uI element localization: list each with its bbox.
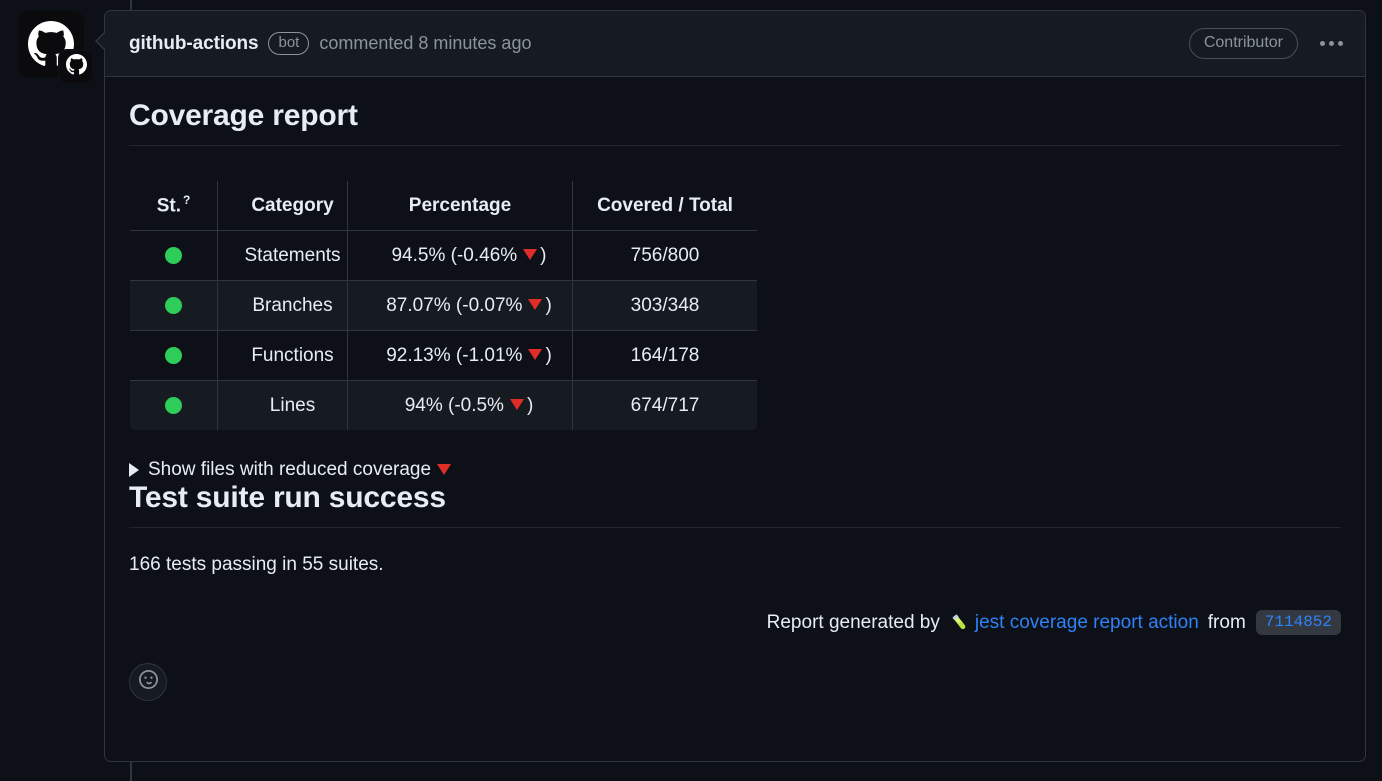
jest-coverage-report-action-link[interactable]: jest coverage report action xyxy=(975,612,1199,634)
trend-down-icon xyxy=(509,398,524,410)
disclosure-triangle-icon xyxy=(129,463,139,477)
comment-timestamp[interactable]: commented 8 minutes ago xyxy=(319,33,531,54)
col-status-label: St. xyxy=(156,195,181,217)
timeline-rail-bottom xyxy=(130,762,132,781)
comment-body: Coverage report St.? Category Percentage… xyxy=(105,77,1365,721)
percentage-value: 94.5% (-0.46% xyxy=(391,244,518,266)
reactions-bar xyxy=(129,663,1341,721)
comment-header: github-actions bot commented 8 minutes a… xyxy=(105,11,1365,77)
coverage-report-title: Coverage report xyxy=(129,99,1341,146)
test-summary-text: 166 tests passing in 55 suites. xyxy=(129,554,384,575)
cell-status xyxy=(130,380,218,430)
comment-header-actions: Contributor xyxy=(1188,28,1349,59)
cell-covered-total: 674/717 xyxy=(572,380,757,430)
percentage-value: 94% (-0.5% xyxy=(404,394,504,416)
report-generated-label: Report generated by xyxy=(766,611,940,633)
percentage-close-paren: ) xyxy=(526,394,534,416)
comment-author[interactable]: github-actions xyxy=(129,33,259,55)
table-row: Branches 87.07% (-0.07%) 303/348 xyxy=(130,280,757,331)
smiley-icon xyxy=(138,670,158,694)
cell-category: Functions xyxy=(217,330,348,381)
cell-percentage: 92.13% (-1.01%) xyxy=(347,330,573,381)
comment-bubble-arrow xyxy=(97,32,106,50)
coverage-table-body: Statements 94.5% (-0.46%) 756/800 Branch… xyxy=(130,230,757,430)
status-green-dot-icon xyxy=(165,246,182,264)
from-label: from xyxy=(1207,611,1246,633)
commit-sha-badge[interactable]: 7114852 xyxy=(1255,610,1341,635)
table-row: Statements 94.5% (-0.46%) 756/800 xyxy=(130,230,757,281)
status-green-dot-icon xyxy=(165,296,182,314)
comment-box: github-actions bot commented 8 minutes a… xyxy=(104,10,1366,762)
table-row: Functions 92.13% (-1.01%) 164/178 xyxy=(130,330,757,381)
status-green-dot-icon xyxy=(165,346,182,364)
cell-covered-total: 303/348 xyxy=(572,280,757,331)
table-row: Lines 94% (-0.5%) 674/717 xyxy=(130,380,757,430)
cell-status xyxy=(130,280,218,331)
github-mark-badge-icon xyxy=(65,54,87,80)
bot-badge: bot xyxy=(268,31,310,56)
comment-page: github-actions bot commented 8 minutes a… xyxy=(0,0,1382,781)
percentage-value: 92.13% (-1.01% xyxy=(386,344,523,366)
status-help-icon[interactable]: ? xyxy=(183,193,190,207)
trend-down-icon xyxy=(523,248,538,260)
test-tube-emoji-icon xyxy=(949,612,971,634)
percentage-close-paren: ) xyxy=(545,294,552,316)
test-suite-section: Test suite run success 166 tests passing… xyxy=(129,481,1341,576)
coverage-table: St.? Category Percentage Covered / Total… xyxy=(129,180,758,431)
col-status: St.? xyxy=(130,181,218,231)
col-category: Category xyxy=(217,181,348,231)
cell-category: Lines xyxy=(217,380,348,430)
cell-category: Statements xyxy=(217,230,348,281)
avatar[interactable] xyxy=(18,11,94,85)
cell-covered-total: 164/178 xyxy=(572,330,757,381)
cell-percentage: 94% (-0.5%) xyxy=(347,380,573,430)
cell-category: Branches xyxy=(217,280,348,331)
cell-status xyxy=(130,230,218,281)
percentage-close-paren: ) xyxy=(540,244,547,266)
table-header-row: St.? Category Percentage Covered / Total xyxy=(130,181,757,231)
cell-status xyxy=(130,330,218,381)
percentage-close-paren: ) xyxy=(545,344,552,366)
status-green-dot-icon xyxy=(165,396,182,414)
col-covered-total: Covered / Total xyxy=(572,181,757,231)
show-reduced-coverage-disclosure[interactable]: Show files with reduced coverage xyxy=(129,459,1341,481)
report-footer: Report generated by jest coverage report… xyxy=(129,610,1341,635)
cell-percentage: 94.5% (-0.46%) xyxy=(347,230,573,281)
avatar-bot-badge xyxy=(58,49,94,85)
kebab-horizontal-icon[interactable] xyxy=(1314,35,1349,52)
trend-down-icon xyxy=(528,348,543,360)
trend-down-icon xyxy=(528,298,543,310)
test-suite-title: Test suite run success xyxy=(129,481,1341,528)
coverage-table-head: St.? Category Percentage Covered / Total xyxy=(130,181,757,231)
trend-down-icon xyxy=(437,463,452,475)
col-percentage: Percentage xyxy=(347,181,573,231)
disclosure-label: Show files with reduced coverage xyxy=(148,459,432,480)
cell-percentage: 87.07% (-0.07%) xyxy=(347,280,573,331)
cell-covered-total: 756/800 xyxy=(572,230,757,281)
add-reaction-button[interactable] xyxy=(129,663,167,701)
contributor-badge: Contributor xyxy=(1188,28,1298,59)
percentage-value: 87.07% (-0.07% xyxy=(386,294,523,316)
